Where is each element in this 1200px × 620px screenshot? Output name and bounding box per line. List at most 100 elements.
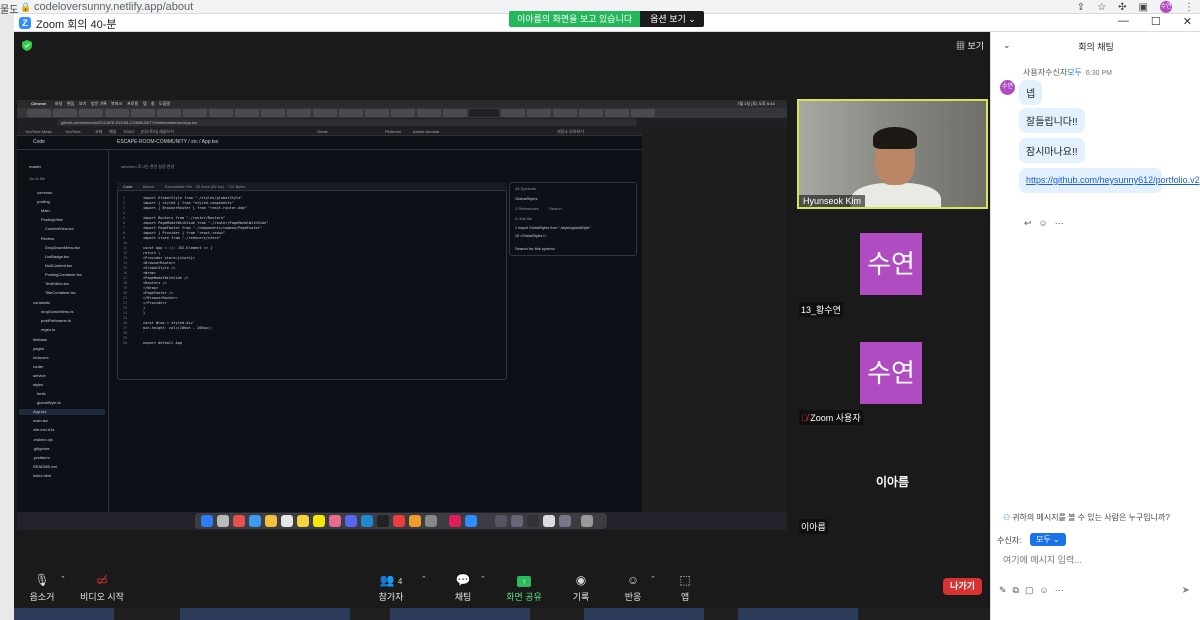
tree-item: constants [33, 300, 51, 305]
screenshot-icon[interactable]: ⧉ [1013, 585, 1019, 596]
self-video-tile[interactable]: Hyunseok Kim [797, 99, 988, 209]
maximize-button[interactable]: ☐ [1151, 15, 1161, 28]
chat-button[interactable]: 💬 채팅 ⌃ [433, 573, 493, 603]
minimize-button[interactable]: — [1118, 15, 1129, 28]
code-line: min-height: calc(100vh - 200px); [143, 326, 213, 330]
view-options-button[interactable]: 옵션 보기 ⌄ [640, 11, 704, 27]
chevron-up-icon[interactable]: ⌃ [421, 575, 427, 583]
search-symbol: Search for this symbol [515, 246, 555, 251]
tree-item: TitleContainer.tsx [45, 290, 76, 295]
bookmark: Adobe Acrobat [413, 129, 440, 134]
chat-input[interactable]: 여기에 메시지 입력... [1003, 553, 1082, 566]
participant-tile[interactable]: 이아름 이아름 [797, 430, 988, 534]
tree-item: styles [33, 382, 44, 387]
browser-tab [417, 109, 441, 117]
code-line: } [143, 311, 146, 315]
browser-tab [209, 109, 233, 117]
more-menu-icon[interactable]: ⋮ [1184, 2, 1194, 13]
slack-icon [449, 515, 461, 527]
tree-item: README.md [33, 464, 57, 469]
browser-tab [631, 109, 655, 117]
share-screen-icon: ↑ [494, 573, 554, 587]
browser-tab [579, 109, 603, 117]
message-visibility-info[interactable]: ⚇ 귀하의 메시지를 볼 수 있는 사람은 누구입니까? [1003, 512, 1170, 523]
send-icon[interactable]: ➤ [1182, 585, 1190, 596]
symbol-ref: 15 <GlobalStyles /> [515, 234, 547, 238]
security-shield-icon[interactable] [22, 40, 32, 51]
share-icon[interactable]: ⇪ [1077, 2, 1085, 13]
secondary-window [642, 127, 787, 512]
tree-item: Review [41, 236, 55, 241]
format-icon[interactable]: ✎ [999, 585, 1007, 596]
more-options-icon[interactable]: ⋯ [1055, 218, 1064, 229]
chat-title: 회의 채팅 [1078, 42, 1114, 52]
apps-icon: ⬚ [679, 573, 691, 587]
chat-message: 잠시마나요!! [1019, 138, 1085, 163]
participant-tile[interactable]: 수연 🎙̸ Zoom 사용자 [797, 322, 988, 426]
browser-tab [365, 109, 389, 117]
code-label: Code [33, 139, 45, 145]
record-button[interactable]: ◉ 기록 [551, 573, 611, 603]
participant-avatar: 수연 [860, 342, 922, 404]
window-thumb [543, 515, 555, 527]
app-icon [329, 515, 341, 527]
share-screen-button[interactable]: ↑ 화면 공유 [494, 573, 554, 603]
launchpad-icon [217, 515, 229, 527]
emoji-icon[interactable]: ☺ [1040, 585, 1049, 596]
profile-avatar[interactable]: 수연 [1160, 1, 1172, 13]
participant-name: 13_황수연 [799, 302, 843, 317]
mute-button[interactable]: 🎙 음소거 ⌃ [12, 573, 72, 603]
tree-item: PostingView [41, 217, 63, 222]
bookmark: 메일 [109, 129, 117, 134]
person-icon: ⚇ [1003, 513, 1011, 522]
browser-tab-strip [17, 108, 787, 118]
tree-item: PostingContainer.tsx [45, 272, 82, 277]
file-icon[interactable]: ▢ [1025, 585, 1034, 596]
tree-item: reducers [33, 355, 49, 360]
more-options-icon[interactable]: ⋯ [1055, 585, 1064, 596]
app-icon [409, 515, 421, 527]
participant-center-name: 이아름 [875, 475, 910, 489]
tree-item: service [33, 373, 46, 378]
close-button[interactable]: ✕ [1183, 15, 1192, 28]
reactions-button[interactable]: ☺ 반응 ⌃ [603, 573, 663, 603]
sidebar-icon[interactable]: ▣ [1139, 2, 1148, 13]
recipient-dropdown[interactable]: 모두 ⌄ [1030, 533, 1066, 546]
window-thumb [559, 515, 571, 527]
tree-item: dropDownMenu.ts [41, 309, 74, 314]
apps-button[interactable]: ⬚ 앱 [655, 573, 715, 603]
extensions-icon[interactable]: ✣ [1118, 2, 1126, 13]
menu-item: 프로필 [127, 101, 139, 106]
bookmark: YouTube Music [25, 129, 53, 134]
menu-item: 탭 [143, 101, 147, 106]
code-box [117, 182, 507, 380]
participant-tile[interactable]: 수연 13_황수연 [797, 213, 988, 319]
reply-icon[interactable]: ↩ [1024, 218, 1032, 229]
window-thumb [495, 515, 507, 527]
browser-tab [235, 109, 259, 117]
chat-header: ⌄ 회의 채팅 [991, 32, 1200, 58]
background-window [738, 608, 858, 620]
leave-button[interactable]: 나가기 [943, 578, 982, 595]
lock-icon: 🔒 [20, 2, 32, 12]
background-window [584, 608, 704, 620]
chevron-up-icon[interactable]: ⌃ [480, 575, 486, 583]
chat-message-link[interactable]: https://github.com/heysunny612/portfolio… [1019, 168, 1200, 193]
participants-button[interactable]: 👥 4 참가자 ⌃ [361, 573, 427, 603]
tree-item-selected: App.tsx [33, 409, 47, 414]
code-line: </Provider> [143, 301, 167, 305]
start-video-button[interactable]: ▭̸ 비디오 시작 [72, 573, 132, 603]
chat-message: 넵 [1019, 80, 1043, 105]
tree-selection [19, 409, 105, 415]
app-icon [297, 515, 309, 527]
finder-icon [201, 515, 213, 527]
bookmark-star-icon[interactable]: ☆ [1097, 2, 1106, 13]
browser-url[interactable]: codeloversunny.netlify.app/about [34, 0, 193, 14]
view-button[interactable]: ▦ 보기 [956, 39, 984, 52]
add-reaction-icon[interactable]: ☺ [1039, 218, 1048, 229]
app-icon [425, 515, 437, 527]
line-number: 30 [123, 341, 128, 345]
chevron-up-icon[interactable]: ⌃ [60, 575, 66, 583]
browser-tab [79, 109, 103, 117]
symbol-search: Search [549, 206, 562, 211]
